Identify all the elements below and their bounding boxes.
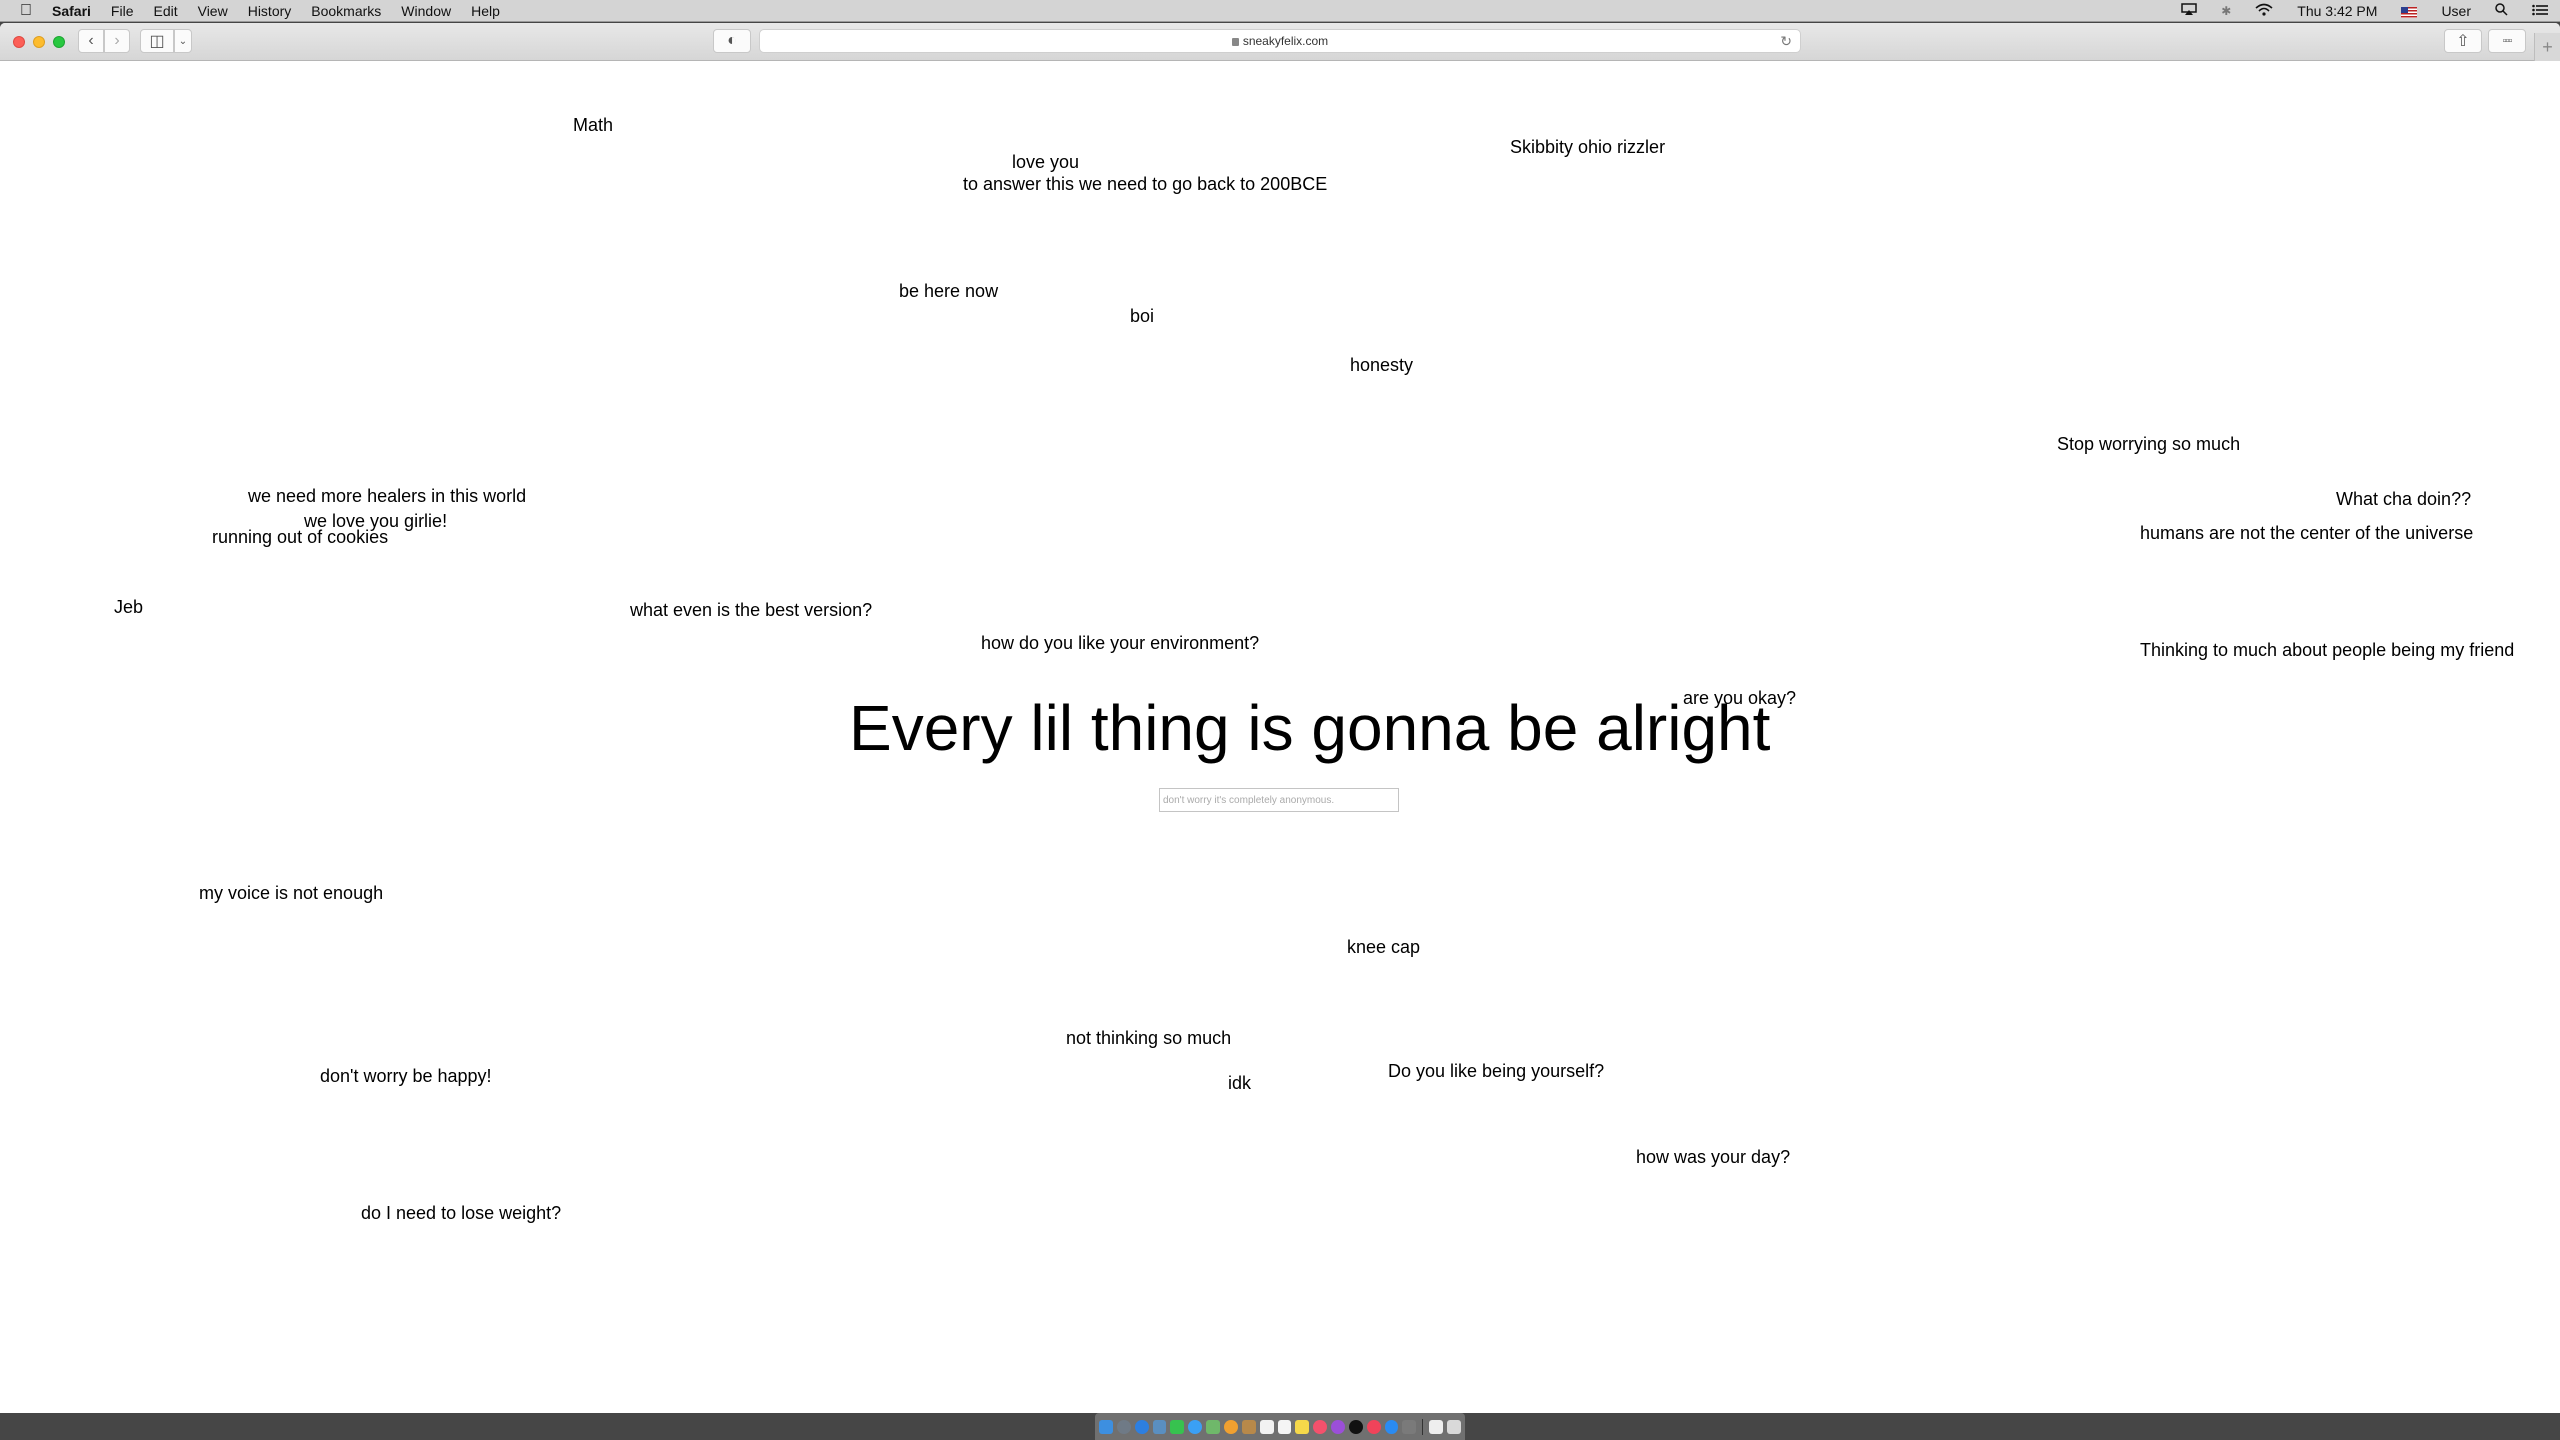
preview-icon[interactable] bbox=[1152, 1419, 1167, 1434]
menu-bookmarks[interactable]: Bookmarks bbox=[301, 3, 391, 19]
bluetooth-icon[interactable]: ✱ bbox=[2209, 4, 2243, 18]
message-text: Do you like being yourself? bbox=[1388, 1061, 1605, 1081]
safari-window: ‹ › ◫ ⌄ ◐ sneakyfelix.com ↻ ⇧ ▫▫▫ + Math… bbox=[0, 23, 2560, 1413]
message-text: What cha doin?? bbox=[2336, 489, 2472, 509]
menu-help[interactable]: Help bbox=[461, 3, 510, 19]
dock bbox=[1095, 1413, 1465, 1440]
menu-bar:  Safari File Edit View History Bookmark… bbox=[0, 0, 2560, 22]
tab-overview-icon: ▫▫▫ bbox=[2502, 35, 2513, 47]
zoom-window-button[interactable] bbox=[53, 36, 65, 48]
menu-view[interactable]: View bbox=[188, 3, 238, 19]
tab-overview-button[interactable]: ▫▫▫ bbox=[2488, 29, 2526, 53]
photos-icon[interactable] bbox=[1223, 1419, 1238, 1434]
apple-menu-icon[interactable]:  bbox=[0, 2, 42, 20]
menu-history[interactable]: History bbox=[238, 3, 302, 19]
message-text: Thinking to much about people being my f… bbox=[2140, 640, 2515, 660]
message-text: Jeb bbox=[114, 597, 144, 617]
menu-file[interactable]: File bbox=[101, 3, 144, 19]
message-text: my voice is not enough bbox=[199, 883, 384, 903]
close-window-button[interactable] bbox=[13, 36, 25, 48]
message-text: don't worry be happy! bbox=[320, 1066, 492, 1086]
message-text: how was your day? bbox=[1636, 1147, 1791, 1167]
reminders-icon[interactable] bbox=[1277, 1419, 1292, 1434]
share-icon: ⇧ bbox=[2456, 33, 2470, 50]
message-text: Math bbox=[573, 115, 614, 135]
menu-edit[interactable]: Edit bbox=[143, 3, 187, 19]
system-preferences-icon[interactable] bbox=[1402, 1419, 1417, 1434]
messages-icon[interactable] bbox=[1188, 1419, 1203, 1434]
message-text: Skibbity ohio rizzler bbox=[1510, 137, 1666, 157]
chevron-right-icon: › bbox=[114, 32, 120, 49]
plus-icon: + bbox=[2542, 36, 2553, 57]
new-tab-button[interactable]: + bbox=[2534, 33, 2560, 61]
minimize-window-button[interactable] bbox=[33, 36, 45, 48]
sidebar-icon: ◫ bbox=[149, 33, 165, 50]
message-text: humans are not the center of the univers… bbox=[2140, 523, 2474, 543]
address-bar[interactable]: sneakyfelix.com ↻ bbox=[759, 29, 1801, 53]
app-store-icon[interactable] bbox=[1384, 1419, 1399, 1434]
menu-window[interactable]: Window bbox=[391, 3, 461, 19]
music-icon[interactable] bbox=[1313, 1419, 1328, 1434]
forward-button[interactable]: › bbox=[104, 29, 130, 53]
message-text: running out of cookies bbox=[212, 527, 389, 547]
message-text: how do you like your environment? bbox=[981, 633, 1260, 653]
calendar-icon[interactable] bbox=[1259, 1419, 1274, 1434]
message-text: knee cap bbox=[1347, 937, 1421, 957]
news-icon[interactable] bbox=[1366, 1419, 1381, 1434]
notes-icon[interactable] bbox=[1295, 1419, 1310, 1434]
message-text: we need more healers in this world bbox=[248, 486, 527, 506]
lock-icon bbox=[1231, 38, 1239, 46]
search-icon[interactable] bbox=[2483, 3, 2520, 19]
page-headline: Every lil thing is gonna be alright bbox=[849, 692, 1771, 764]
url-text: sneakyfelix.com bbox=[1242, 34, 1329, 48]
page-content: Math love you to answer this we need to … bbox=[0, 61, 2560, 1413]
downloads-icon[interactable] bbox=[1429, 1419, 1444, 1434]
trash-icon[interactable] bbox=[1447, 1419, 1461, 1434]
list-icon[interactable] bbox=[2520, 3, 2560, 19]
clock[interactable]: Thu 3:42 PM bbox=[2285, 3, 2389, 19]
safari-icon[interactable] bbox=[1134, 1419, 1149, 1434]
facetime-icon[interactable] bbox=[1170, 1419, 1185, 1434]
message-text: idk bbox=[1228, 1073, 1252, 1093]
message-text: are you okay? bbox=[1683, 688, 1797, 708]
message-text: Stop worrying so much bbox=[2057, 434, 2241, 454]
sidebar-toggle-button[interactable]: ◫ bbox=[140, 29, 174, 53]
dock-separator bbox=[1422, 1418, 1424, 1435]
message-text: honesty bbox=[1350, 355, 1414, 375]
podcasts-icon[interactable] bbox=[1331, 1419, 1345, 1434]
airplay-icon[interactable] bbox=[2169, 3, 2209, 19]
message-text: what even is the best version? bbox=[630, 600, 873, 620]
launchpad-icon[interactable] bbox=[1116, 1419, 1131, 1434]
browser-toolbar: ‹ › ◫ ⌄ ◐ sneakyfelix.com ↻ ⇧ ▫▫▫ + bbox=[0, 23, 2560, 61]
user-menu[interactable]: User bbox=[2429, 3, 2483, 19]
chevron-down-icon: ⌄ bbox=[178, 35, 188, 47]
sidebar-menu-button[interactable]: ⌄ bbox=[174, 29, 192, 53]
shield-icon: ◐ bbox=[727, 32, 737, 49]
contacts-icon[interactable] bbox=[1241, 1419, 1256, 1434]
message-text: boi bbox=[1130, 306, 1155, 326]
status-area: ✱ Thu 3:42 PM User bbox=[2169, 0, 2560, 22]
chevron-left-icon: ‹ bbox=[88, 32, 94, 49]
message-text: not thinking so much bbox=[1066, 1028, 1232, 1048]
tv-icon[interactable] bbox=[1348, 1419, 1363, 1434]
menu-app-name[interactable]: Safari bbox=[42, 3, 101, 19]
maps-icon[interactable] bbox=[1206, 1419, 1220, 1434]
message-text: to answer this we need to go back to 200… bbox=[963, 174, 1328, 194]
privacy-report-button[interactable]: ◐ bbox=[713, 29, 751, 53]
anonymous-message-input[interactable] bbox=[1159, 788, 1399, 812]
back-button[interactable]: ‹ bbox=[78, 29, 104, 53]
share-button[interactable]: ⇧ bbox=[2444, 29, 2482, 53]
reload-icon[interactable]: ↻ bbox=[1780, 33, 1792, 50]
message-text: do I need to lose weight? bbox=[361, 1203, 562, 1223]
finder-icon[interactable] bbox=[1099, 1419, 1113, 1434]
message-text: love you bbox=[1012, 152, 1080, 172]
us-flag-icon[interactable] bbox=[2389, 3, 2429, 19]
wifi-icon[interactable] bbox=[2243, 3, 2285, 19]
message-text: be here now bbox=[899, 281, 999, 301]
